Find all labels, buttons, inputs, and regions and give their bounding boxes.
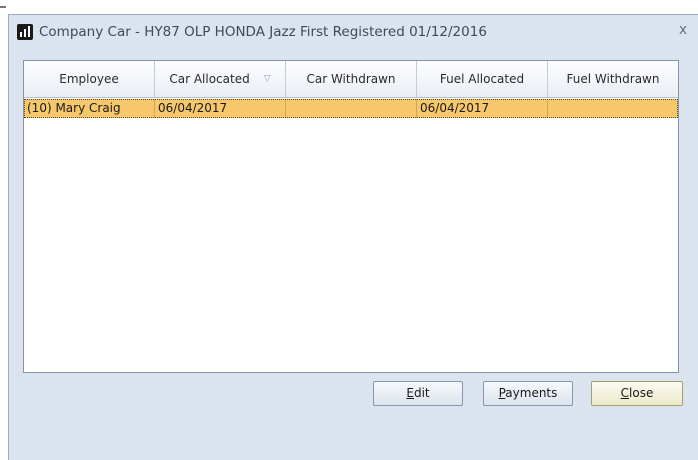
payments-button[interactable]: Payments (483, 381, 573, 406)
column-header-car-withdrawn[interactable]: Car Withdrawn (286, 61, 417, 97)
company-car-dialog: Company Car - HY87 OLP HONDA Jazz First … (8, 14, 698, 460)
close-button[interactable]: Close (591, 381, 683, 406)
column-label: Car Allocated (169, 72, 250, 86)
window-title: Company Car - HY87 OLP HONDA Jazz First … (39, 24, 487, 40)
cell-fuel-allocated: 06/04/2017 (417, 99, 548, 118)
edit-label-rest: dit (413, 386, 430, 400)
close-icon[interactable]: x (674, 21, 692, 39)
edit-mnemonic: E (406, 386, 414, 400)
column-label: Car Withdrawn (306, 72, 396, 86)
edit-button[interactable]: Edit (373, 381, 463, 406)
column-label: Employee (59, 72, 119, 86)
cell-car-withdrawn (286, 99, 417, 118)
close-mnemonic: C (620, 386, 630, 400)
sort-descending-icon: ▽ (263, 74, 271, 84)
grid-header: Employee Car Allocated ▽ Car Withdrawn F… (24, 61, 678, 98)
column-header-fuel-withdrawn[interactable]: Fuel Withdrawn (548, 61, 678, 97)
column-label: Fuel Allocated (439, 72, 525, 86)
column-header-fuel-allocated[interactable]: Fuel Allocated (417, 61, 548, 97)
window-edge-mark (0, 6, 6, 8)
column-header-employee[interactable]: Employee (24, 61, 155, 97)
column-header-car-allocated[interactable]: Car Allocated ▽ (155, 61, 286, 97)
allocation-grid[interactable]: Employee Car Allocated ▽ Car Withdrawn F… (23, 60, 679, 373)
bar-chart-icon (17, 24, 33, 40)
table-row-selected[interactable]: (10) Mary Craig 06/04/2017 06/04/2017 (24, 99, 678, 118)
column-label: Fuel Withdrawn (566, 72, 660, 86)
cell-fuel-withdrawn (548, 99, 678, 118)
title-bar[interactable]: Company Car - HY87 OLP HONDA Jazz First … (9, 15, 698, 49)
close-label-rest: lose (629, 386, 654, 400)
cell-car-allocated: 06/04/2017 (155, 99, 286, 118)
payments-label-rest: ayments (505, 386, 558, 400)
cell-employee: (10) Mary Craig (24, 99, 155, 118)
